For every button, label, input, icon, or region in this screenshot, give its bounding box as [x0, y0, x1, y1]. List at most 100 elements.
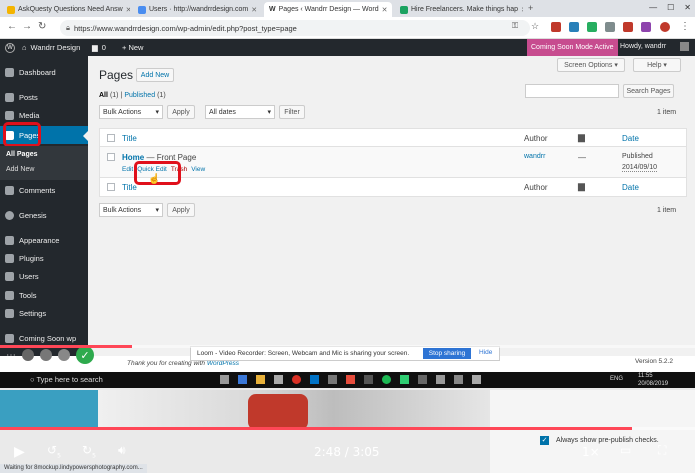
dates-select[interactable]: All dates ▾ — [205, 105, 275, 119]
windows-search[interactable]: ○ Type here to search — [30, 375, 103, 384]
tab-users[interactable]: Users · http://wandrrdesign.com ✕ — [133, 2, 261, 17]
forward-icon[interactable]: → — [22, 21, 32, 32]
tab-askquesty[interactable]: AskQuesty Questions Need Answ ✕ — [2, 2, 130, 17]
sidebar-item-genesis[interactable]: Genesis — [0, 207, 88, 223]
fullscreen-icon[interactable]: ⛶ — [658, 443, 666, 458]
col-date[interactable]: Date — [622, 134, 639, 143]
app-icon[interactable] — [418, 375, 427, 384]
extension-icon[interactable] — [551, 22, 561, 32]
submenu-all-pages[interactable]: All Pages — [6, 151, 38, 158]
forward-icon[interactable]: ↻5 — [82, 443, 96, 459]
avatar[interactable] — [680, 42, 689, 51]
chrome-icon[interactable] — [292, 375, 301, 384]
submenu-add-new[interactable]: Add New — [6, 166, 34, 173]
back-icon[interactable]: ← — [7, 21, 17, 32]
task-view-icon[interactable] — [220, 375, 229, 384]
hide-button[interactable]: Hide — [479, 349, 492, 356]
reload-icon[interactable]: ↻ — [38, 21, 46, 32]
sidebar-item-settings[interactable]: Settings — [0, 305, 88, 321]
comment-bubble-icon[interactable]: ▆ — [578, 132, 585, 143]
search-pages-button[interactable]: Search Pages — [623, 84, 674, 98]
stop-sharing-button[interactable]: Stop sharing — [423, 348, 471, 359]
minimize-icon[interactable]: — — [649, 3, 657, 12]
more-icon[interactable]: ⋯ — [6, 350, 16, 361]
row-checkbox[interactable] — [107, 153, 115, 161]
col-date[interactable]: Date — [622, 183, 639, 192]
sidebar-item-tools[interactable]: Tools — [0, 287, 88, 303]
sidebar-item-comments[interactable]: Comments — [0, 182, 88, 198]
video1-progress[interactable] — [0, 345, 695, 348]
folder-icon[interactable] — [256, 375, 265, 384]
wordpress-link[interactable]: WordPress — [207, 360, 239, 367]
app-icon[interactable] — [364, 375, 373, 384]
volume-icon[interactable]: 🔊︎ — [118, 443, 126, 458]
row-author[interactable]: wandrr — [524, 153, 545, 160]
extension-icon[interactable] — [569, 22, 579, 32]
cancel-recording-icon[interactable] — [40, 349, 52, 361]
apply-button-bottom[interactable]: Apply — [167, 203, 195, 217]
new-content-button[interactable]: + New — [122, 43, 143, 52]
bulk-actions-select[interactable]: Bulk Actions ▾ — [99, 105, 163, 119]
sidebar-item-dashboard[interactable]: Dashboard — [0, 64, 88, 80]
site-name[interactable]: ⌂ Wandrr Design — [22, 43, 80, 52]
close-icon[interactable]: ✕ — [521, 6, 523, 14]
sidebar-item-users[interactable]: Users — [0, 268, 88, 284]
comment-bubble-icon[interactable]: ▆ — [578, 181, 585, 192]
url-input[interactable]: 🔒︎ https://www.wandrrdesign.com/wp-admin… — [60, 20, 530, 36]
search-input[interactable] — [525, 84, 619, 98]
close-icon[interactable]: ✕ — [382, 6, 388, 14]
camera-icon[interactable] — [22, 349, 34, 361]
app-icon[interactable] — [454, 375, 463, 384]
menu-icon[interactable]: ⋮ — [680, 21, 690, 32]
profile-avatar[interactable] — [660, 22, 670, 32]
outlook-icon[interactable] — [310, 375, 319, 384]
play-icon[interactable]: ▶ — [14, 444, 25, 460]
filter-all[interactable]: All — [99, 92, 108, 99]
comments-count[interactable]: ▆ 0 — [92, 43, 106, 52]
app-icon[interactable] — [328, 375, 337, 384]
spotify-icon[interactable] — [382, 375, 391, 384]
tab-freelancers[interactable]: Hire Freelancers. Make things hap ✕ — [395, 2, 523, 17]
video2-speed[interactable]: 1× — [582, 445, 600, 459]
help-button[interactable]: Help ▾ — [633, 58, 681, 72]
extension-icon[interactable] — [641, 22, 651, 32]
close-window-icon[interactable]: ✕ — [684, 3, 691, 12]
sidebar-item-posts[interactable]: Posts — [0, 89, 88, 105]
extension-icon[interactable] — [587, 22, 597, 32]
pause-recording-icon[interactable] — [58, 349, 70, 361]
filezilla-icon[interactable] — [346, 375, 355, 384]
close-icon[interactable]: ✕ — [126, 6, 130, 14]
bulk-actions-select-bottom[interactable]: Bulk Actions ▾ — [99, 203, 163, 217]
video2-progress[interactable] — [0, 427, 695, 430]
select-all-checkbox[interactable] — [107, 183, 115, 191]
language-indicator[interactable]: ENG — [610, 376, 623, 382]
close-icon[interactable]: ✕ — [251, 6, 257, 14]
extension-icon[interactable] — [605, 22, 615, 32]
star-icon[interactable]: ☆ — [531, 21, 539, 32]
view-link[interactable]: View — [191, 166, 205, 173]
sidebar-item-appearance[interactable]: Appearance — [0, 232, 88, 248]
coming-soon-badge[interactable]: Coming Soon Mode Active — [527, 39, 618, 56]
col-title[interactable]: Title — [122, 134, 137, 143]
select-all-checkbox[interactable] — [107, 134, 115, 142]
filter-published[interactable]: Published — [124, 92, 155, 99]
theater-icon[interactable]: ▭ — [620, 443, 631, 457]
wp-logo-icon[interactable]: W — [5, 43, 15, 53]
sidebar-item-media[interactable]: Media — [0, 107, 88, 123]
key-icon[interactable]: ⚿ — [512, 21, 518, 31]
store-icon[interactable] — [274, 375, 283, 384]
howdy-user[interactable]: Howdy, wandrr — [620, 43, 666, 50]
edit-link[interactable]: Edit — [122, 166, 133, 173]
filter-button[interactable]: Filter — [279, 105, 305, 119]
extension-icon[interactable] — [623, 22, 633, 32]
clock[interactable]: 11:55 20/08/2019 — [638, 372, 668, 388]
add-new-button[interactable]: Add New — [136, 68, 174, 82]
col-title[interactable]: Title — [122, 183, 137, 192]
sidebar-item-coming-soon[interactable]: Coming Soon wp — [0, 330, 88, 346]
app-icon[interactable] — [472, 375, 481, 384]
checkbox-checked[interactable]: ✓ — [540, 436, 549, 445]
sidebar-item-plugins[interactable]: Plugins — [0, 250, 88, 266]
upwork-icon[interactable] — [400, 375, 409, 384]
edge-icon[interactable] — [238, 375, 247, 384]
apply-button[interactable]: Apply — [167, 105, 195, 119]
